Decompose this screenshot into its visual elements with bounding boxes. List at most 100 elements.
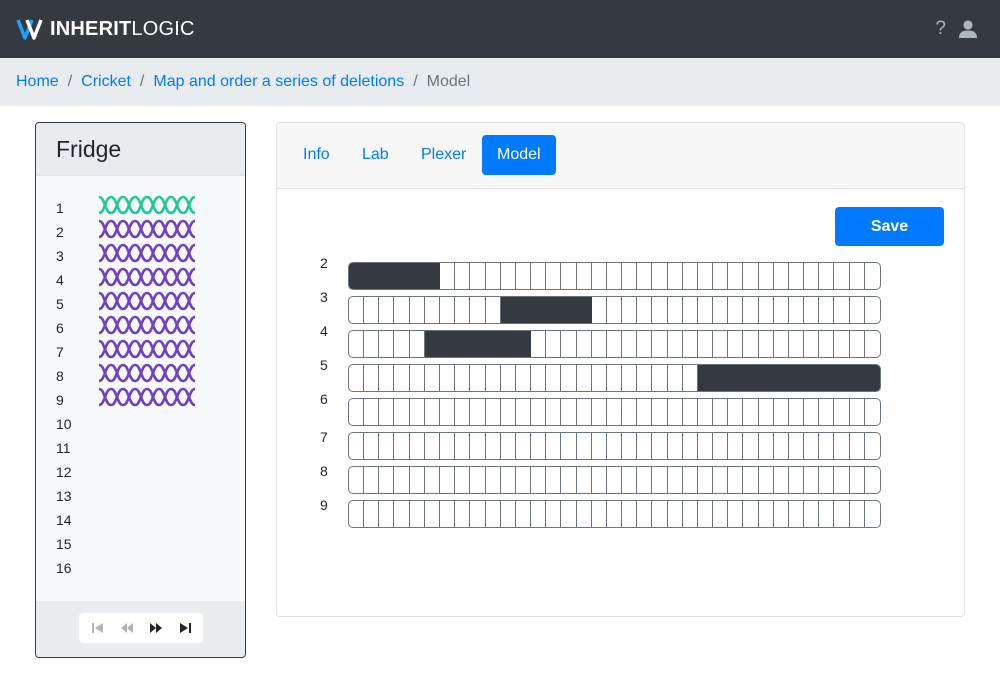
fridge-slot[interactable]: 4 bbox=[36, 267, 245, 291]
gene-cell[interactable] bbox=[850, 501, 865, 527]
gene-cell[interactable] bbox=[668, 399, 683, 425]
dna-strain-icon[interactable] bbox=[98, 387, 196, 407]
gene-cell[interactable] bbox=[455, 297, 471, 323]
gene-cell[interactable] bbox=[637, 331, 653, 357]
tab-lab[interactable]: Lab bbox=[347, 135, 404, 175]
gene-cell[interactable] bbox=[395, 365, 410, 391]
gene-cell[interactable] bbox=[698, 331, 714, 357]
gene-cell[interactable] bbox=[501, 365, 516, 391]
gene-cell[interactable] bbox=[531, 433, 547, 459]
gene-cell[interactable] bbox=[652, 433, 668, 459]
gene-cell[interactable] bbox=[349, 433, 365, 459]
gene-cell[interactable] bbox=[592, 297, 607, 323]
gene-cell[interactable] bbox=[592, 467, 607, 493]
save-button[interactable]: Save bbox=[835, 207, 944, 246]
gene-cell[interactable] bbox=[395, 399, 410, 425]
gene-cell[interactable] bbox=[834, 467, 850, 493]
gene-cell[interactable] bbox=[728, 263, 744, 289]
gene-cell[interactable] bbox=[486, 263, 501, 289]
gene-cell[interactable] bbox=[668, 501, 683, 527]
gene-cell[interactable] bbox=[850, 331, 865, 357]
gene-cell[interactable] bbox=[395, 501, 410, 527]
gene-cell[interactable] bbox=[774, 433, 789, 459]
gene-cell[interactable] bbox=[637, 433, 653, 459]
gene-cell[interactable] bbox=[410, 501, 425, 527]
gene-cell[interactable] bbox=[546, 365, 562, 391]
tab-model[interactable]: Model bbox=[482, 135, 556, 175]
gene-cell[interactable] bbox=[789, 331, 805, 357]
gene-cell[interactable] bbox=[349, 467, 365, 493]
gene-cell[interactable] bbox=[804, 399, 820, 425]
gene-cell[interactable] bbox=[470, 263, 486, 289]
gene-cell[interactable] bbox=[364, 331, 380, 357]
gene-cell[interactable] bbox=[728, 399, 744, 425]
gene-cell[interactable] bbox=[713, 297, 729, 323]
gene-cell[interactable] bbox=[501, 433, 516, 459]
gene-cell[interactable] bbox=[364, 365, 380, 391]
gene-cell[interactable] bbox=[410, 467, 425, 493]
gene-cell[interactable] bbox=[819, 433, 835, 459]
gene-cell[interactable] bbox=[698, 399, 714, 425]
gene-cell[interactable] bbox=[561, 399, 577, 425]
gene-cell[interactable] bbox=[379, 467, 395, 493]
gene-cell[interactable] bbox=[592, 331, 607, 357]
gene-cell[interactable] bbox=[683, 433, 698, 459]
gene-cell[interactable] bbox=[850, 297, 865, 323]
gene-cell[interactable] bbox=[577, 365, 592, 391]
gene-cell[interactable] bbox=[546, 467, 562, 493]
gene-cell[interactable] bbox=[774, 399, 789, 425]
gene-cell[interactable] bbox=[759, 399, 774, 425]
fridge-slot[interactable]: 13 bbox=[36, 483, 245, 507]
gene-cell[interactable] bbox=[804, 467, 820, 493]
gene-cell[interactable] bbox=[652, 467, 668, 493]
gene-cell[interactable] bbox=[834, 331, 850, 357]
gene-cell[interactable] bbox=[728, 467, 744, 493]
gene-cell[interactable] bbox=[759, 263, 774, 289]
gene-cell[interactable] bbox=[622, 501, 638, 527]
gene-cell[interactable] bbox=[819, 467, 835, 493]
gene-cell[interactable] bbox=[652, 297, 668, 323]
gene-cell[interactable] bbox=[607, 263, 623, 289]
gene-cell[interactable] bbox=[834, 501, 850, 527]
gene-cell[interactable] bbox=[622, 433, 638, 459]
gene-cell[interactable] bbox=[683, 399, 698, 425]
gene-cell[interactable] bbox=[546, 331, 562, 357]
gene-cell[interactable] bbox=[652, 331, 668, 357]
gene-cell[interactable] bbox=[637, 501, 653, 527]
gene-cell[interactable] bbox=[516, 263, 532, 289]
gene-cell[interactable] bbox=[486, 501, 501, 527]
gene-cell[interactable] bbox=[455, 365, 471, 391]
gene-cell[interactable] bbox=[364, 501, 380, 527]
gene-cell[interactable] bbox=[349, 365, 365, 391]
dna-strain-icon[interactable] bbox=[98, 291, 196, 311]
gene-cell[interactable] bbox=[470, 467, 486, 493]
gene-cell[interactable] bbox=[425, 467, 440, 493]
fridge-slot[interactable]: 14 bbox=[36, 507, 245, 531]
gene-cell[interactable] bbox=[789, 297, 805, 323]
gene-cell[interactable] bbox=[577, 501, 592, 527]
gene-cell[interactable] bbox=[683, 501, 698, 527]
gene-cell[interactable] bbox=[622, 399, 638, 425]
fridge-slot[interactable]: 15 bbox=[36, 531, 245, 555]
gene-cell[interactable] bbox=[364, 297, 380, 323]
gene-cell[interactable] bbox=[774, 331, 789, 357]
gene-cell[interactable] bbox=[440, 467, 456, 493]
gene-cell[interactable] bbox=[759, 501, 774, 527]
chromosome-strand[interactable] bbox=[348, 262, 881, 290]
gene-cell[interactable] bbox=[698, 501, 714, 527]
gene-cell[interactable] bbox=[410, 433, 425, 459]
gene-cell[interactable] bbox=[379, 297, 395, 323]
gene-cell[interactable] bbox=[834, 263, 850, 289]
gene-cell[interactable] bbox=[592, 399, 607, 425]
gene-cell[interactable] bbox=[607, 501, 623, 527]
gene-cell[interactable] bbox=[531, 501, 547, 527]
gene-cell[interactable] bbox=[364, 399, 380, 425]
gene-cell[interactable] bbox=[804, 331, 820, 357]
dna-strain-icon[interactable] bbox=[98, 363, 196, 383]
gene-cell[interactable] bbox=[819, 399, 835, 425]
gene-cell[interactable] bbox=[637, 399, 653, 425]
gene-cell[interactable] bbox=[486, 365, 501, 391]
gene-cell[interactable] bbox=[743, 263, 759, 289]
question-icon[interactable]: ? bbox=[935, 18, 946, 40]
gene-cell[interactable] bbox=[470, 399, 486, 425]
